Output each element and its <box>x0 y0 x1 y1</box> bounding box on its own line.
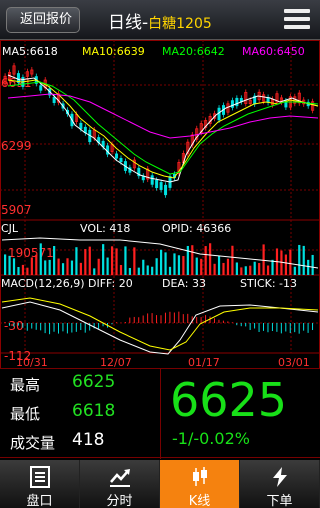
candlesticks <box>3 62 315 198</box>
macd-label: MACD(12,26,9) <box>1 277 85 290</box>
macd-diff: DIFF: 20 <box>88 277 133 290</box>
volume-value-text: 418 <box>72 430 105 450</box>
tab-label: 分时 <box>106 494 133 508</box>
tab-label: 盘口 <box>26 494 53 508</box>
divider <box>160 369 161 459</box>
list-icon <box>29 466 50 488</box>
volume-value: VOL: 418 <box>80 222 130 235</box>
lightning-icon <box>272 467 287 487</box>
tab-label: K线 <box>188 494 211 508</box>
kline-chart[interactable]: MA5:6618 MA10:6639 MA20:6642 MA60:6450 6… <box>0 40 320 368</box>
macd-stick: STICK: -13 <box>240 277 297 290</box>
ma20-label: MA20:6642 <box>162 45 225 58</box>
candlestick-icon <box>192 467 207 486</box>
date-label-2: 01/17 <box>188 356 220 368</box>
tab-timeshare[interactable]: 分时 <box>80 460 160 508</box>
date-label-3: 03/01 <box>278 356 310 368</box>
macd-bars <box>4 311 314 335</box>
back-to-quotes-button[interactable]: 返回报价 <box>6 7 80 33</box>
high-value: 6625 <box>72 372 116 392</box>
tab-kline[interactable]: K线 <box>160 460 240 508</box>
ma10-label: MA10:6639 <box>82 45 145 58</box>
price-change: -1/-0.02% <box>172 429 250 448</box>
current-price: 6625 <box>170 373 288 427</box>
low-row: 最低 6618 <box>0 398 160 428</box>
volume-label: CJL <box>1 222 19 235</box>
bottom-tab-bar: 盘口 分时 K线 下单 <box>0 460 320 508</box>
menu-icon[interactable] <box>284 9 310 29</box>
title-prefix: 日线- <box>108 13 149 33</box>
price-axis-low: 5907 <box>1 203 32 217</box>
volume-row: 成交量 418 <box>0 427 160 457</box>
ma5-label: MA5:6618 <box>2 45 58 58</box>
page-title: 日线-白糖1205 <box>108 8 212 33</box>
macd-dea: DEA: 33 <box>162 277 206 290</box>
date-label-1: 12/07 <box>100 356 132 368</box>
high-label: 最高 <box>10 376 41 394</box>
volume-label-text: 成交量 <box>10 434 56 452</box>
high-row: 最高 6625 <box>0 369 160 399</box>
low-value: 6618 <box>72 401 116 421</box>
low-label: 最低 <box>10 405 41 423</box>
quote-panel: 最高 6625 最低 6618 成交量 418 6625 -1/-0.02% <box>0 368 320 459</box>
tab-place-order[interactable]: 下单 <box>240 460 320 508</box>
opid-value: OPID: 46366 <box>162 222 231 235</box>
tab-order-book[interactable]: 盘口 <box>0 460 80 508</box>
title-symbol: 白糖1205 <box>148 16 212 32</box>
top-bar: 返回报价 日线-白糖1205 <box>0 0 320 40</box>
trend-line-icon <box>109 469 130 487</box>
tab-label: 下单 <box>266 494 293 508</box>
date-label-0: 10/31 <box>16 356 48 368</box>
ma60-label: MA60:6450 <box>242 45 305 58</box>
price-axis-mid: 6299 <box>1 139 32 153</box>
